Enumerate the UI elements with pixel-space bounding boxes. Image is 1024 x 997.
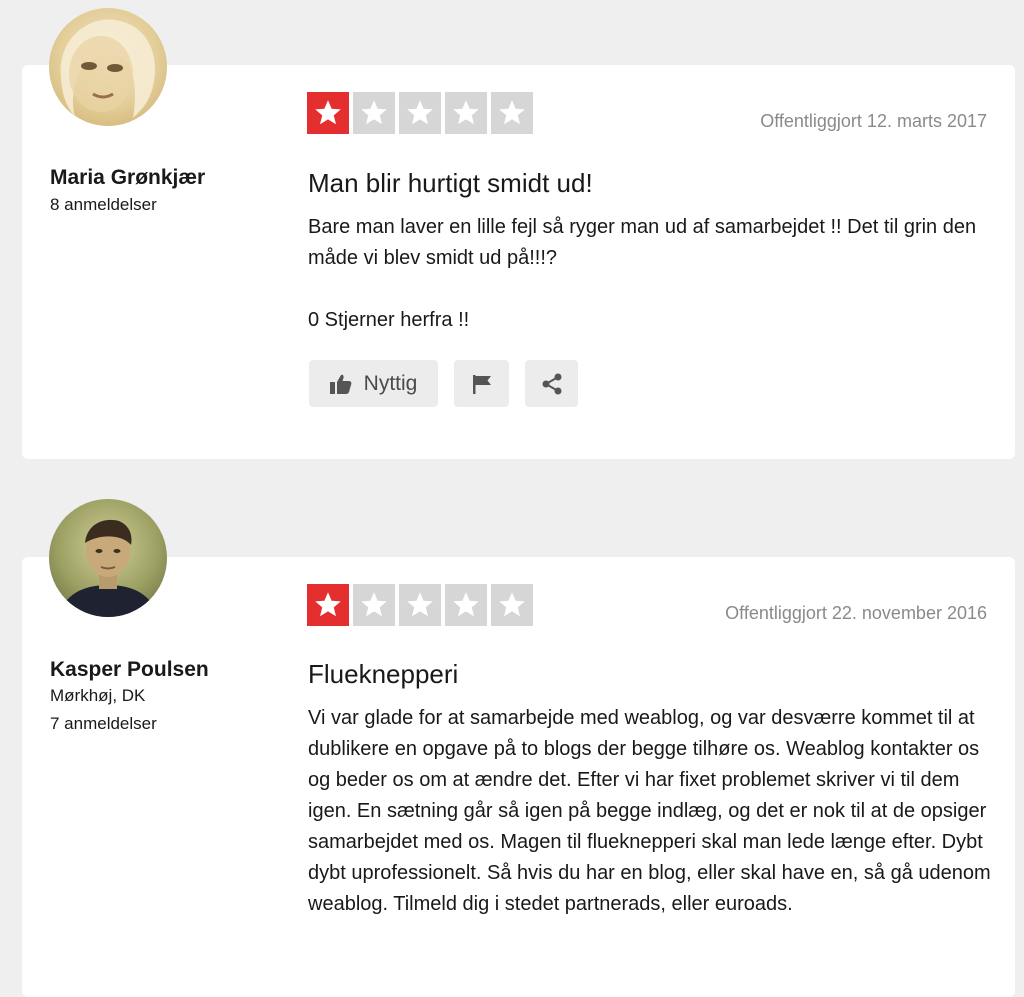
- publish-date: Offentliggjort 12. marts 2017: [760, 111, 987, 131]
- review-paragraph: Vi var glade for at samarbejde med weabl…: [308, 707, 991, 915]
- star-rating: [307, 92, 533, 134]
- reviewer-avatar[interactable]: [49, 8, 167, 126]
- star-empty-icon: [445, 92, 487, 134]
- star-rating: [307, 584, 533, 626]
- useful-label: Nyttig: [363, 371, 418, 395]
- review-body: Bare man laver en lille fejl så ryger ma…: [308, 212, 998, 336]
- reviewer-location: Mørkhøj, DK: [50, 686, 146, 705]
- star-empty-icon: [491, 92, 533, 134]
- star-empty-icon: [445, 584, 487, 626]
- review-body: Vi var glade for at samarbejde med weabl…: [308, 703, 992, 920]
- star-empty-icon: [353, 92, 395, 134]
- star-filled-icon: [307, 92, 349, 134]
- useful-button[interactable]: Nyttig: [309, 360, 438, 407]
- review-title[interactable]: Man blir hurtigt smidt ud!: [308, 168, 593, 199]
- review-paragraph: 0 Stjerner herfra !!: [308, 309, 470, 331]
- share-button[interactable]: [525, 360, 578, 407]
- reviewer-name[interactable]: Maria Grønkjær: [50, 166, 205, 190]
- star-empty-icon: [491, 584, 533, 626]
- reviewer-review-count: 7 anmeldelser: [50, 714, 157, 733]
- review-paragraph: Bare man laver en lille fejl så ryger ma…: [308, 216, 977, 269]
- star-filled-icon: [307, 584, 349, 626]
- thumbs-up-icon: [329, 374, 352, 394]
- publish-date: Offentliggjort 22. november 2016: [725, 603, 987, 623]
- flag-icon: [472, 374, 491, 394]
- review-title[interactable]: Flueknepperi: [308, 659, 458, 690]
- reviewer-review-count: 8 anmeldelser: [50, 195, 157, 214]
- reviewer-avatar[interactable]: [49, 499, 167, 617]
- share-icon: [542, 373, 561, 394]
- star-empty-icon: [353, 584, 395, 626]
- avatar-photo: [60, 19, 156, 118]
- star-empty-icon: [399, 584, 441, 626]
- flag-button[interactable]: [454, 360, 509, 407]
- avatar-photo: [59, 519, 157, 617]
- star-empty-icon: [399, 92, 441, 134]
- reviewer-name[interactable]: Kasper Poulsen: [50, 658, 209, 682]
